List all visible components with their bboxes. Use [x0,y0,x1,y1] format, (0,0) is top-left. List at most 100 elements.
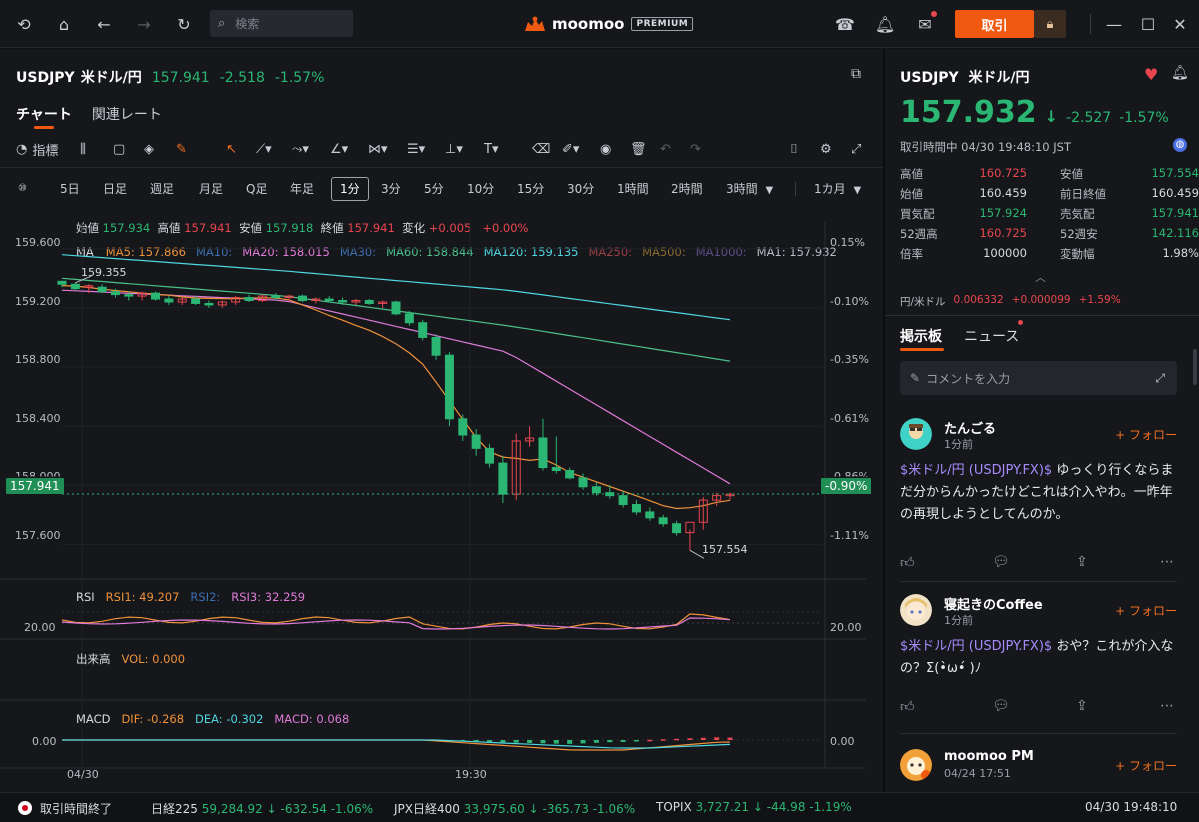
share-icon[interactable]: ⇪ [1076,554,1088,570]
stat-label: 高値 [900,167,923,181]
phone-icon[interactable]: ☎ [833,12,857,36]
text-icon[interactable]: T▾ [484,137,498,161]
avatar[interactable] [900,594,932,626]
interval-30min[interactable]: 30分 [567,177,594,201]
price-axis-label: 157.600 [15,529,61,542]
eye-icon[interactable]: ◉ [600,137,611,161]
forward-icon[interactable]: → [132,12,156,36]
measure-icon[interactable]: ⊥▾ [445,137,463,161]
follow-button[interactable]: + フォロー [1115,426,1177,443]
home-icon[interactable]: ⌂ [52,12,76,36]
interval-3hour[interactable]: 3時間 ▼ [726,177,773,201]
more-icon[interactable]: ⋯ [1160,698,1174,714]
comment-icon[interactable]: 💬︎ [992,554,1010,570]
interval-yearly[interactable]: 年足 [290,177,314,201]
indicators-button[interactable]: ◔ 指標 [16,137,58,161]
scrollbar[interactable] [1193,349,1197,385]
interval-1month[interactable]: 1カ月 ▼ [814,177,861,201]
settings-icon[interactable]: ⚙ [820,137,832,161]
follow-button[interactable]: + フォロー [1115,757,1177,774]
refresh-icon[interactable]: ↻ [172,12,196,36]
cursor-icon[interactable]: ↖ [226,137,237,161]
interval-10min[interactable]: 10分 [467,177,494,201]
panel-divider[interactable] [883,49,885,792]
comment-icon[interactable]: 💬︎ [992,698,1010,714]
interval-2hour[interactable]: 2時間 [671,177,703,201]
camera-icon[interactable]: ⌷ [790,137,798,161]
index-jpx400[interactable]: JPX日経400 33,975.60 ↓ -365.73 -1.06% [394,800,635,817]
redo-icon[interactable]: ↷ [690,137,701,161]
macd-histogram-bar [540,740,546,744]
heart-icon[interactable]: ♥ [1144,65,1158,84]
trendline-icon[interactable]: ⟋▾ [256,137,272,161]
post-symbol-link[interactable]: $米ドル/円 (USDJPY.FX)$ [900,463,1052,478]
time-axis-label: 04/30 [67,768,99,781]
tab-news[interactable]: ニュース [964,326,1019,346]
trash-icon[interactable]: 🗑︎ [630,137,647,161]
interval-weekly[interactable]: 週足 [150,177,174,201]
angle-icon[interactable]: ∠▾ [330,137,348,161]
logo-name: moomoo [552,15,625,33]
post-symbol-link[interactable]: $米ドル/円 (USDJPY.FX)$ [900,639,1052,654]
candle-body [364,300,374,304]
alert-bell-icon[interactable]: 🔔︎ [1171,65,1189,81]
comment-input[interactable]: ✎ コメントを入力 ⤢ [900,361,1177,395]
maximize-icon[interactable]: ☐ [1136,12,1160,36]
index-value: 59,284.92 [201,802,263,816]
back-icon[interactable]: ← [92,12,116,36]
index-topix[interactable]: TOPIX 3,727.21 ↓ -44.98 -1.19% [656,800,852,814]
history-icon[interactable]: ⟲ [12,12,36,36]
post-author[interactable]: たんごる [944,418,996,437]
tab-board[interactable]: 掲示板 [900,326,944,351]
index-nikkei[interactable]: 日経225 59,284.92 ↓ -632.54 -1.06% [151,800,373,817]
bell-icon[interactable]: 🔔︎ [873,12,897,36]
comment-placeholder: コメントを入力 [926,371,1011,386]
lock-button[interactable]: 🔒︎ [1034,10,1066,38]
interval-monthly[interactable]: 月足 [199,177,223,201]
detach-icon[interactable]: ⧉ [851,66,861,82]
post-author[interactable]: moomoo PM [944,749,1034,764]
undo-icon[interactable]: ↶ [660,137,671,161]
minimize-icon[interactable]: — [1102,12,1126,36]
brush-icon[interactable]: ✐▾ [562,137,579,161]
tab-related-rates[interactable]: 関連レート [92,104,162,124]
avatar[interactable] [900,418,932,450]
interval-1min[interactable]: 1分 [331,177,369,201]
interval-daily[interactable]: 日足 [103,177,127,201]
like-icon[interactable]: 👍︎ [900,554,915,571]
post-author[interactable]: 寝起きのCoffee [944,594,1043,613]
interval-toggle-icon[interactable]: ⑩ [18,177,27,201]
interval-1month-label: 1カ月 [814,182,846,196]
interval-15min[interactable]: 15分 [517,177,544,201]
share-icon[interactable]: ⇪ [1076,698,1088,714]
candle-type-icon[interactable]: ⫼ [80,137,86,161]
tab-chart[interactable]: チャート [16,104,72,129]
follow-button[interactable]: + フォロー [1115,602,1177,619]
eraser-icon[interactable]: ⌫ [532,137,550,161]
layers-icon[interactable]: ◈ [144,137,154,161]
expand-icon[interactable]: ⤢ [1155,371,1165,386]
more-icon[interactable]: ⋯ [1160,554,1174,570]
candle-body [672,523,682,534]
price-chart[interactable] [0,222,883,792]
ray-icon[interactable]: ⤳▾ [292,137,309,161]
macd-label: MACD [76,712,111,726]
fibonacci-icon[interactable]: ☰▾ [407,137,425,161]
pen-icon[interactable]: ✎ [176,137,187,161]
interval-5min[interactable]: 5分 [424,177,444,201]
search-input[interactable]: ⌕ 検索 [210,10,353,37]
avatar[interactable] [900,749,932,781]
rectangle-icon[interactable]: ▢ [113,137,125,161]
interval-1hour[interactable]: 1時間 [617,177,649,201]
close-icon[interactable]: ✕ [1168,12,1192,36]
interval-5d[interactable]: 5日 [60,177,80,201]
interval-3min[interactable]: 3分 [381,177,401,201]
globe-icon[interactable]: ◍ [1173,138,1187,152]
like-icon[interactable]: 👍︎ [900,698,915,715]
candle-body [324,298,334,302]
trade-button[interactable]: 取引 [955,10,1034,38]
pattern-icon[interactable]: ⋈▾ [368,137,388,161]
interval-quarterly[interactable]: Q足 [246,177,267,201]
collapse-chevron-icon[interactable]: ︿ [1035,269,1046,285]
fullscreen-icon[interactable]: ⤢ [851,137,861,161]
